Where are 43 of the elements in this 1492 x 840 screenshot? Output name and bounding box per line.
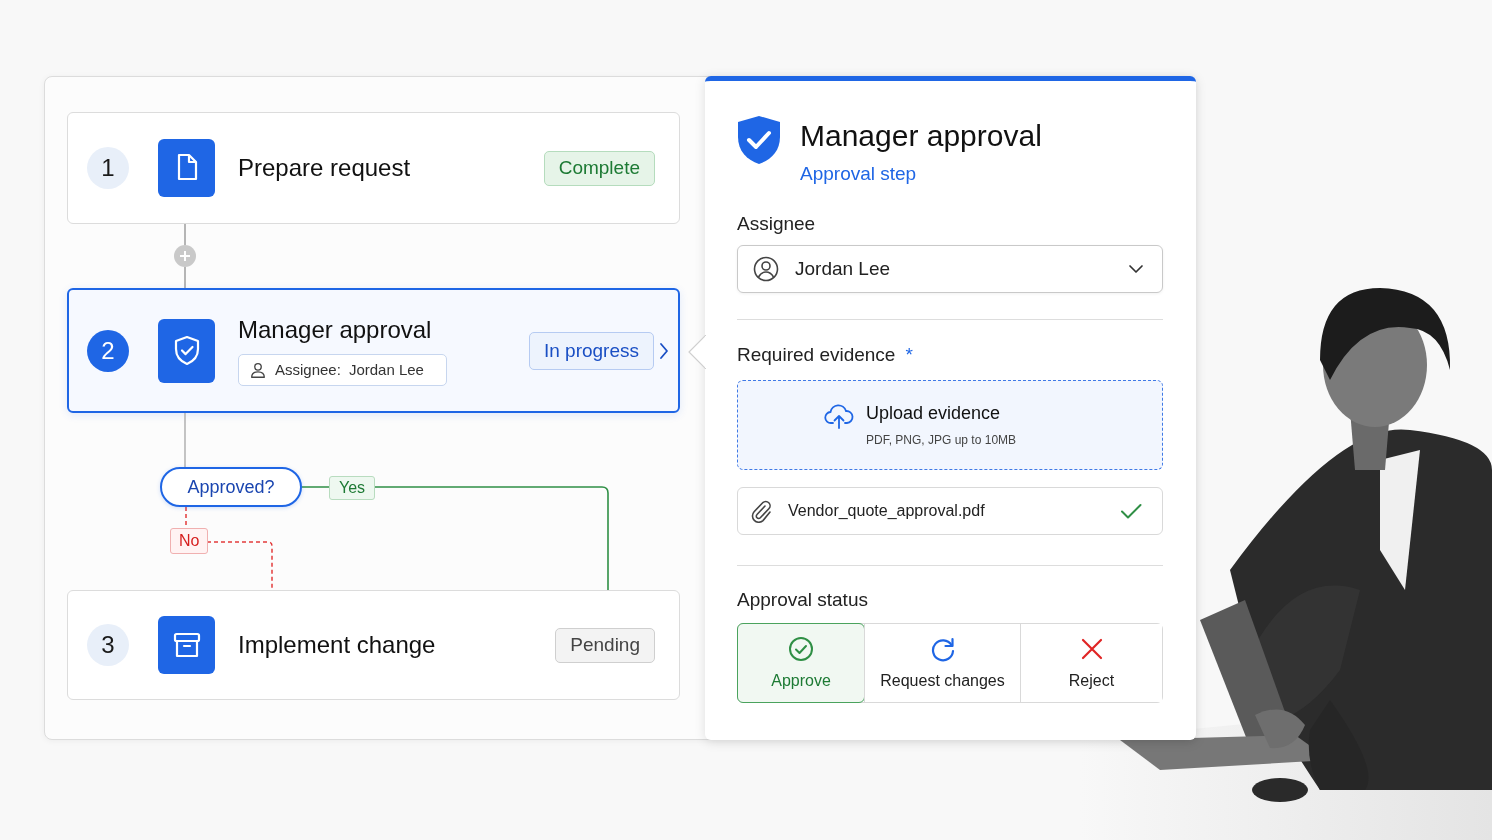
assignee-label: Assignee: <box>275 361 341 378</box>
field-label: Approval status <box>737 589 869 611</box>
plus-icon <box>179 250 191 262</box>
step-number: 1 <box>87 147 129 189</box>
required-mark: * <box>905 344 913 366</box>
field-label: Required evidence <box>737 344 896 366</box>
panel-title: Manager approval <box>800 119 1042 153</box>
field-label: Assignee <box>737 213 817 235</box>
branch-label: Yes <box>329 476 376 500</box>
upload-hint: PDF, PNG, JPG up to 10MB <box>866 433 1017 447</box>
checkmark-icon <box>1120 503 1142 519</box>
file-name: Vendor_quote_approval.pdf <box>788 502 986 520</box>
shield-check-icon <box>737 115 781 165</box>
status-badge: Complete <box>543 150 655 186</box>
panel-subtitle: Approval step <box>800 163 918 185</box>
step-number: 2 <box>87 329 129 372</box>
person-icon <box>249 360 267 379</box>
chevron-down-icon <box>1128 264 1144 274</box>
paperclip-icon <box>750 499 772 523</box>
decision-node: Approved? <box>160 467 302 507</box>
step-card[interactable]: 1 Prepare request Complete <box>67 112 680 224</box>
status-badge: Pending <box>555 627 655 663</box>
user-circle-icon <box>753 256 779 282</box>
step-title: Implement change <box>238 631 437 659</box>
step-card[interactable]: 3 Implement change Pending <box>67 590 680 700</box>
approval-option[interactable]: Approve <box>737 623 865 703</box>
cloud-upload-icon <box>824 403 854 429</box>
refresh-icon <box>929 636 956 662</box>
step-number: 3 <box>87 624 129 666</box>
connector-line <box>184 412 186 468</box>
step-title: Manager approval <box>238 315 433 344</box>
assignee-name: Jordan Lee <box>348 361 424 378</box>
step-card[interactable]: 2 Manager approval Assignee: Jordan Lee In progress <box>67 288 680 413</box>
check-circle-icon <box>788 636 814 662</box>
dropdown-value: Jordan Lee <box>795 258 892 280</box>
upload-dropzone[interactable]: Upload evidence PDF, PNG, JPG up to 10MB <box>737 380 1163 470</box>
step-title: Prepare request <box>238 154 412 182</box>
chevron-right-icon[interactable] <box>658 341 670 360</box>
upload-title: Upload evidence <box>866 403 1002 424</box>
assignee-dropdown[interactable]: Jordan Lee <box>737 245 1163 293</box>
status-badge: In progress <box>528 331 654 370</box>
branch-label: No <box>170 528 209 554</box>
approval-option[interactable]: Reject <box>1020 624 1162 702</box>
